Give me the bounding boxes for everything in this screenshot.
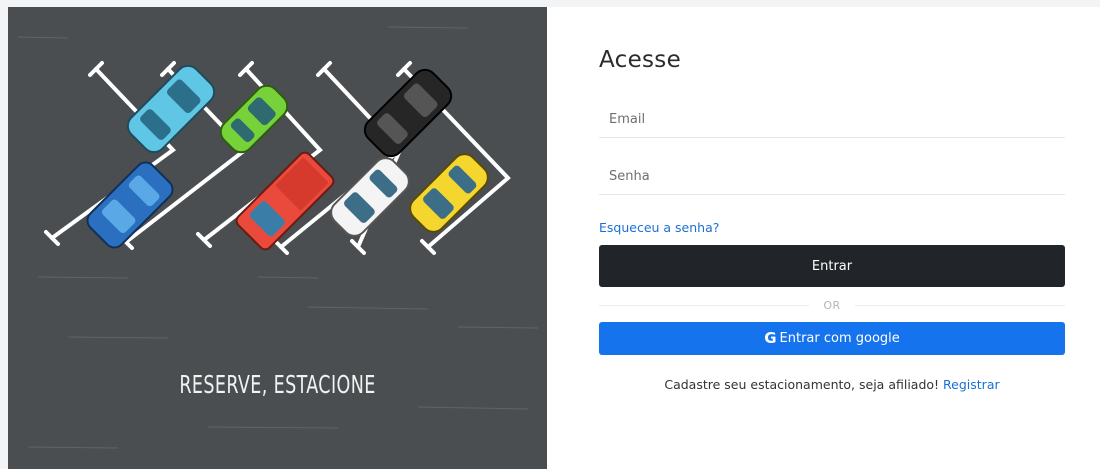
email-field (599, 101, 1065, 138)
login-button[interactable]: Entrar (599, 245, 1065, 287)
email-input[interactable] (599, 101, 1065, 137)
car-green (219, 84, 289, 154)
password-field (599, 158, 1065, 195)
forgot-password-link[interactable]: Esqueceu a senha? (599, 220, 719, 235)
signup-prompt: Cadastre seu estacionamento, seja afilia… (599, 377, 1065, 392)
car-yellow (409, 153, 489, 233)
divider-line-left (599, 304, 810, 306)
login-page: RESERVE, ESTACIONE Acesse Esqueceu a sen… (0, 0, 1100, 469)
google-login-label: Entrar com google (779, 331, 900, 346)
password-input[interactable] (599, 158, 1065, 194)
signup-text: Cadastre seu estacionamento, seja afilia… (664, 377, 940, 392)
divider-line-right (854, 304, 1065, 306)
hero-caption: RESERVE, ESTACIONE (179, 370, 376, 399)
or-divider: OR (599, 297, 1065, 313)
car-black (363, 68, 453, 158)
parking-lot-illustration (17, 26, 539, 449)
google-login-button[interactable]: G Entrar com google (599, 322, 1065, 355)
or-text: OR (823, 298, 841, 312)
google-icon: G (764, 329, 777, 347)
page-title: Acesse (599, 47, 682, 73)
login-panel: Acesse Esqueceu a senha? Entrar OR G Ent… (547, 7, 1100, 469)
register-link[interactable]: Registrar (943, 377, 1000, 392)
car-red-truck (235, 151, 335, 251)
hero-illustration: RESERVE, ESTACIONE (8, 7, 547, 469)
